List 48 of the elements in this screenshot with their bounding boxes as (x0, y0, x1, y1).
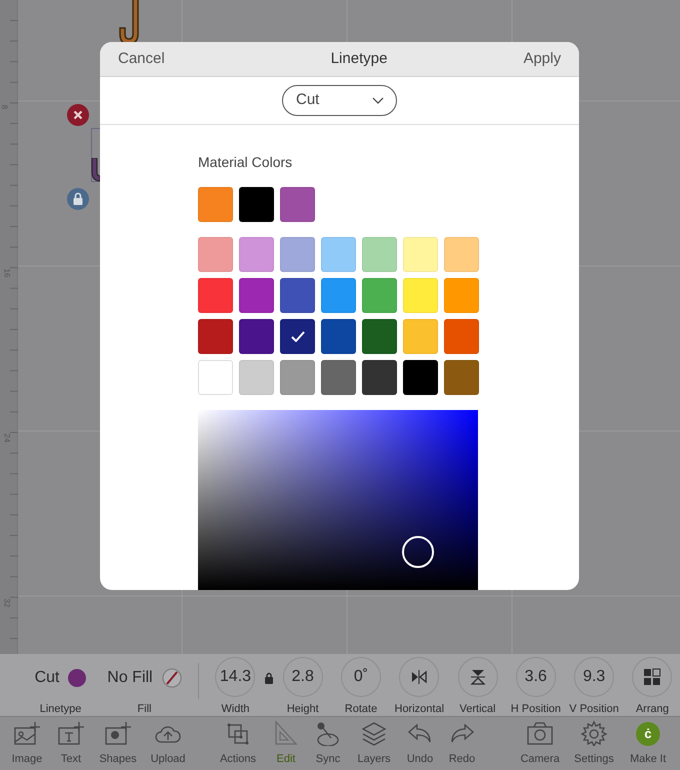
camera-icon (526, 720, 554, 746)
letter-shape-drawing (91, 158, 100, 182)
value-field[interactable]: 14.3 (215, 657, 256, 697)
picker-handle[interactable] (402, 536, 434, 568)
property-label: Height (286, 702, 319, 716)
property-button[interactable] (632, 657, 672, 697)
property-label: Rotate (344, 702, 378, 716)
property-label: V Position (569, 702, 619, 716)
text-add-icon (57, 720, 85, 746)
linetype-dropdown[interactable]: Cut (282, 84, 397, 116)
logo-badge: ċ (636, 722, 660, 746)
toolbar-button[interactable]: Settings (568, 720, 620, 768)
value-field[interactable]: 2.8 (282, 657, 323, 697)
delete-icon[interactable] (67, 104, 89, 126)
toolbar-button[interactable]: Upload (142, 720, 194, 768)
layers-icon (360, 720, 388, 746)
value-field[interactable]: 9.3 (574, 657, 614, 697)
section-title: Material Colors (198, 153, 294, 172)
toolbar-button[interactable]: Camera (514, 720, 566, 768)
color-swatch[interactable] (198, 360, 233, 395)
dialog-title: Linetype (330, 48, 388, 69)
image-add-icon (13, 720, 41, 746)
property-label: Fill (137, 702, 152, 716)
property-label: Horizontal (394, 702, 444, 716)
no-fill-icon (162, 668, 182, 688)
lock-icon (264, 672, 274, 684)
toolbar-button[interactable]: ċ Make It (622, 720, 674, 768)
property-label: Arrang (636, 702, 669, 716)
property-label: Linetype (40, 702, 82, 716)
chevron-icon (372, 96, 384, 104)
fill-button[interactable]: No Fill (107, 657, 182, 699)
property-button[interactable] (399, 657, 440, 697)
shapes-add-icon (104, 720, 132, 746)
flip-horizontal-icon (409, 667, 430, 687)
lock-icon[interactable] (67, 188, 89, 210)
property-label: Vertical (460, 702, 496, 716)
linetype-button[interactable]: Cut (34, 657, 86, 699)
property-button[interactable] (458, 657, 498, 697)
settings-icon (580, 720, 608, 746)
property-label: Width (221, 702, 250, 716)
color-picker-area[interactable] (198, 410, 478, 590)
grid-icon (642, 667, 662, 687)
value-field[interactable]: 3.6 (516, 657, 556, 697)
value-field[interactable]: 0˚ (341, 657, 381, 697)
apply-button[interactable]: Apply (523, 48, 561, 70)
checkmark-icon (290, 331, 304, 342)
property-label: H Position (510, 702, 561, 716)
cancel-button[interactable]: Cancel (118, 48, 165, 70)
